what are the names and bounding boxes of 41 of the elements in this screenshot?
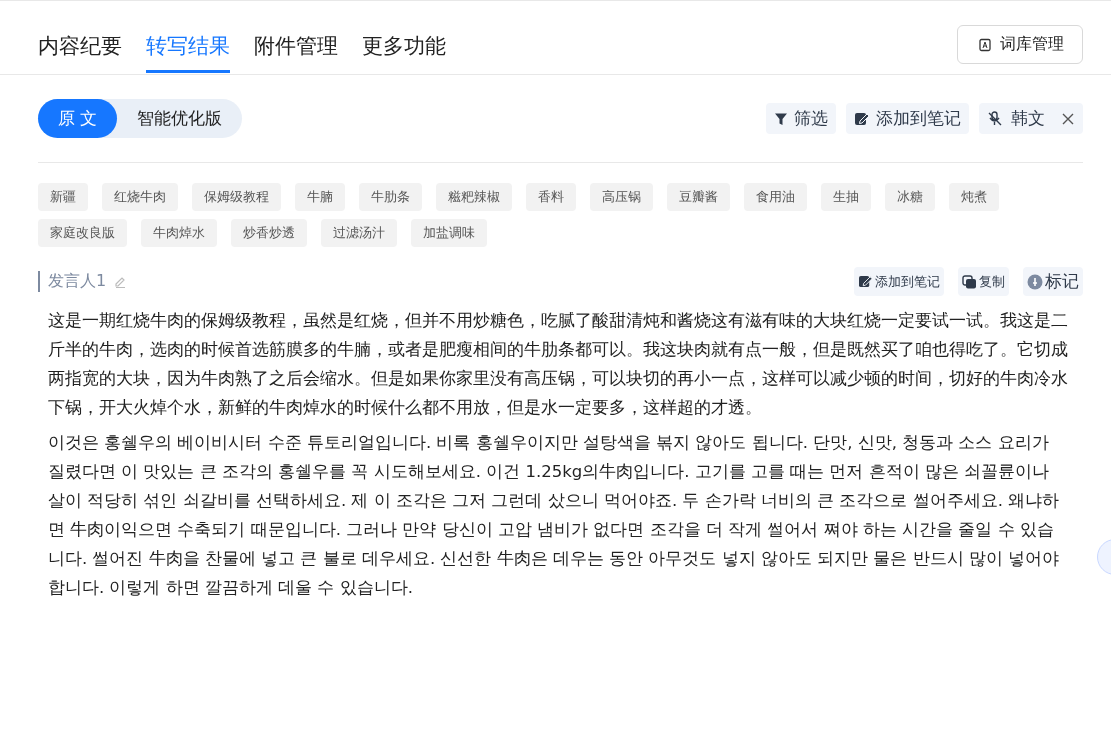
tab[interactable]: 更多功能	[362, 26, 446, 73]
filter-button[interactable]: 筛选	[766, 103, 836, 134]
edit-icon[interactable]	[114, 275, 128, 288]
tab[interactable]: 内容纪要	[38, 26, 122, 73]
transcript-paragraph: 这是一期红烧牛肉的保姆级教程，虽然是红烧，但并不用炒糖色，吃腻了酸甜清炖和酱烧这有滋有味的大块红烧一定要试一试。我这是二斤半的牛肉，选肉的时候首选筋膜多的牛腩，或者是肥瘦相间的牛肋条都可以。我这块肉就有点一般，但是既然买了咱也得吃了。它切成两指宽的大块，因为牛肉熟了之后会缩水。但是如果你家里没有高压锅，可以块切的再小一点，这样可以减少顿的时间，切好的牛肉冷水下锅，开大火焯个水，新鲜的牛肉焯水的时候什么都不用放，但是水一定要多，这样超的才透。	[48, 310, 1068, 419]
keyword-tag[interactable]: 家庭改良版	[38, 219, 127, 247]
keyword-tag[interactable]: 食用油	[744, 183, 807, 211]
keyword-tag[interactable]: 糍粑辣椒	[436, 183, 512, 211]
copy-icon	[962, 274, 977, 289]
keyword-tag[interactable]: 高压锅	[590, 183, 653, 211]
keyword-tag[interactable]: 过滤汤汁	[321, 219, 397, 247]
keyword-tag[interactable]: 牛肋条	[359, 183, 422, 211]
keyword-tag[interactable]: 牛腩	[295, 183, 345, 211]
keyword-tag[interactable]: 红烧牛肉	[102, 183, 178, 211]
view-option[interactable]: 原 文	[38, 99, 118, 138]
add-to-notes-button[interactable]: 添加到笔记	[846, 103, 969, 134]
mic-off-icon	[987, 110, 1003, 127]
keyword-tag[interactable]: 豆瓣酱	[667, 183, 730, 211]
filter-icon	[774, 111, 788, 126]
keyword-tag[interactable]: 新疆	[38, 183, 88, 211]
note-edit-icon	[858, 275, 873, 288]
keyword-tag[interactable]: 香料	[526, 183, 576, 211]
tab[interactable]: 转写结果	[146, 26, 230, 73]
keyword-tag[interactable]: 保姆级教程	[192, 183, 281, 211]
tab[interactable]: 附件管理	[254, 26, 338, 73]
language-chip: 韩文	[979, 103, 1083, 134]
mark-button[interactable]: 标记	[1023, 267, 1083, 296]
keyword-tag[interactable]: 生抽	[821, 183, 871, 211]
speaker-name: 发言人1	[48, 271, 107, 292]
keyword-tag[interactable]: 冰糖	[885, 183, 935, 211]
copy-button[interactable]: 复制	[958, 267, 1009, 296]
view-option[interactable]: 智能优化版	[117, 99, 243, 138]
transcript-paragraph: 이것은 홍쉘우의 베이비시터 수준 튜토리얼입니다. 비록 홍쉘우이지만 설탕색을 볶지 않아도 됩니다. 단맛, 신맛, 청동과 소스 요리가 질렸다면 이 맛있는 큰 조각의 홍쉘우를 꼭 시도해보세요. 이건 1.25kg의牛肉입니다. 고기를 고를 때는 먼저 흔적이 많은 쇠꼴륜이나 살이 적당히 섞인 쇠갈비를 선택하세요. 제 이 조각은 그저 그런데 샀으니 먹어야죠. 두 손가락 너비의 큰 조각으로 썰어주세요. 왜냐하면 牛肉이익으면 수축되기 때문입니다. 그러나 만약 당신이 고압 냄비가 없다면 조각을 더 작게 썰어서 쪄야 하는 시간을 줄일 수 있습니다. 썰어진 牛肉을 찬물에 넣고 큰 불로 데우세요. 신선한 牛肉은 데우는 동안 아무것도 넣지 않아도 되지만 물은 반드시 많이 넣어야 합니다. 이렇게 하면 깔끔하게 데울 수 있습니다.	[48, 432, 1061, 599]
close-icon[interactable]	[1061, 111, 1075, 126]
keyword-tag[interactable]: 加盐调味	[411, 219, 487, 247]
keyword-tag[interactable]: 炖煮	[949, 183, 999, 211]
add-to-notes-button[interactable]: 添加到笔记	[854, 267, 944, 296]
keyword-tag[interactable]: 牛肉焯水	[141, 219, 217, 247]
keyword-tag[interactable]: 炒香炒透	[231, 219, 307, 247]
lexicon-button[interactable]: 词库管理	[957, 25, 1083, 64]
note-edit-icon	[854, 111, 870, 126]
